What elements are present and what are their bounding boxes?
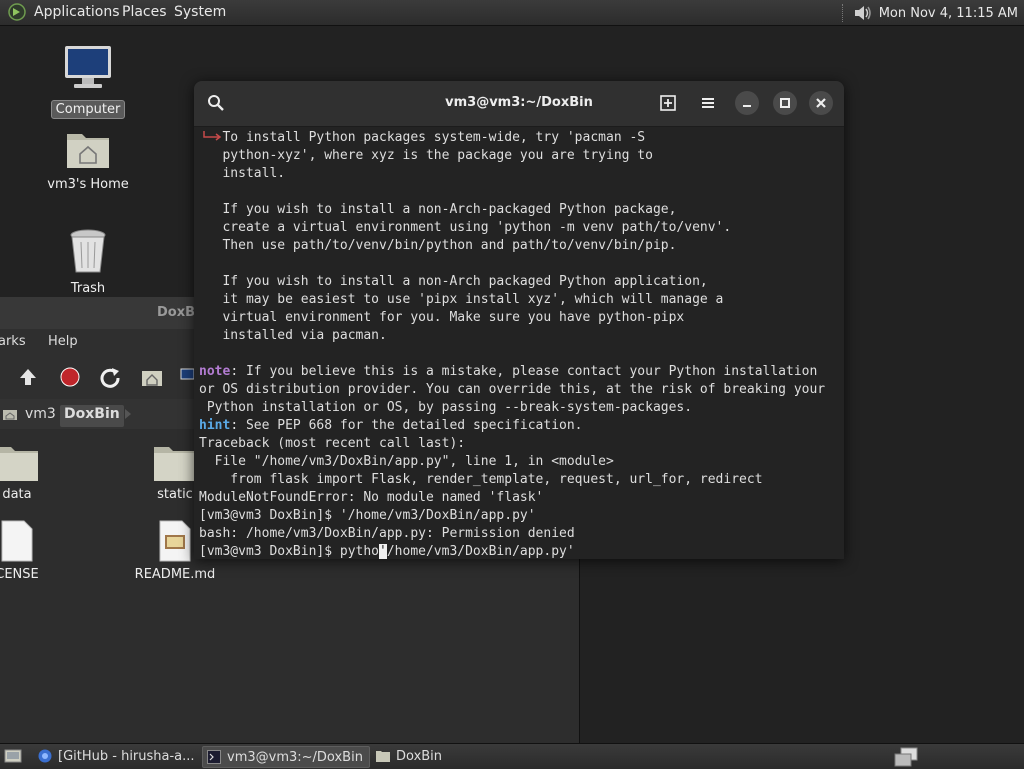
applications-menu[interactable]: Applications — [34, 4, 120, 20]
volume-icon[interactable] — [853, 4, 873, 22]
file-name: CENSE — [0, 567, 39, 582]
desktop-icon-trash[interactable]: Trash — [43, 228, 133, 297]
panel-separator — [841, 4, 845, 22]
terminal-line: create a virtual environment using 'pyth… — [199, 220, 732, 235]
folder-icon — [376, 751, 390, 762]
terminal-output[interactable]: To install Python packages system-wide, … — [199, 129, 843, 559]
terminal-line: Then use path/to/venv/bin/python and pat… — [199, 238, 677, 253]
reload-icon[interactable] — [98, 365, 122, 389]
terminal-line: If you wish to install a non-Arch packag… — [199, 274, 708, 289]
close-icon[interactable] — [809, 91, 833, 115]
terminal-line: Traceback (most recent call last): — [199, 436, 466, 451]
top-panel: Applications Places System Mon Nov 4, 11… — [0, 0, 1024, 26]
terminal-line: If you wish to install a non-Arch-packag… — [199, 202, 677, 217]
taskbar-item-file-manager[interactable]: DoxBin — [372, 746, 572, 766]
prompt-text: [vm3@vm3 DoxBin]$ pytho — [199, 544, 380, 559]
desktop-icon-computer[interactable]: Computer — [43, 44, 133, 119]
file-name: README.md — [134, 567, 216, 582]
show-desktop-icon[interactable] — [4, 748, 22, 764]
file-item-license[interactable]: CENSE — [0, 519, 62, 582]
note-label: note — [199, 364, 231, 379]
file-name: data — [2, 487, 32, 502]
terminal-line: To install Python packages system-wide, … — [199, 130, 646, 145]
terminal-line: it may be easiest to use 'pipx install x… — [199, 292, 724, 307]
taskbar-item-label: vm3@vm3:~/DoxBin — [227, 749, 363, 765]
hint-text: : See PEP 668 for the detailed specifica… — [230, 418, 583, 433]
folder-icon — [0, 447, 38, 481]
terminal-hint-line: hint: See PEP 668 for the detailed speci… — [199, 417, 843, 435]
text-file-icon — [1, 520, 33, 562]
terminal-line: Python installation or OS, by passing --… — [199, 400, 693, 415]
workspace-switcher-icon[interactable] — [893, 747, 919, 767]
home-folder-icon — [67, 134, 109, 168]
hint-label: hint — [199, 418, 231, 433]
terminal-line: File "/home/vm3/DoxBin/app.py", line 1, … — [199, 454, 614, 469]
terminal-headerbar[interactable]: vm3@vm3:~/DoxBin — [194, 81, 844, 127]
places-menu[interactable]: Places — [122, 4, 167, 20]
computer-icon[interactable] — [180, 365, 194, 389]
trash-icon — [70, 229, 106, 273]
terminal-icon — [207, 750, 221, 764]
home-icon[interactable] — [2, 407, 18, 421]
computer-icon — [65, 46, 111, 88]
terminal-cursor: ' — [379, 544, 387, 559]
breadcrumb-vm3[interactable]: vm3 — [21, 405, 60, 427]
hamburger-menu-icon[interactable] — [696, 91, 720, 115]
desktop-icon-home[interactable]: vm3's Home — [43, 128, 133, 193]
taskbar-item-label: [GitHub - hirusha-a... — [58, 748, 195, 764]
terminal-line: bash: /home/vm3/DoxBin/app.py: Permissio… — [199, 526, 575, 541]
terminal-line: or OS distribution provider. You can ove… — [199, 382, 826, 397]
folder-icon — [154, 447, 196, 481]
taskbar-item-label: DoxBin — [396, 748, 443, 764]
chevron-right-icon[interactable] — [124, 409, 132, 419]
new-tab-icon[interactable] — [656, 91, 680, 115]
menu-bookmarks[interactable]: arks — [0, 334, 26, 349]
stop-icon[interactable] — [58, 365, 82, 389]
panel-tray: Mon Nov 4, 11:15 AM — [841, 3, 1018, 23]
terminal-window[interactable]: vm3@vm3:~/DoxBin To install Python packa… — [194, 81, 844, 559]
prompt-text-after: /home/vm3/DoxBin/app.py' — [386, 544, 575, 559]
browser-icon — [38, 749, 52, 763]
file-item-data[interactable]: data — [0, 443, 62, 502]
terminal-line: ModuleNotFoundError: No module named 'fl… — [199, 490, 544, 505]
menu-help[interactable]: Help — [48, 334, 78, 349]
home-icon[interactable] — [140, 365, 164, 389]
maximize-icon[interactable] — [773, 91, 797, 115]
note-text: : If you believe this is a mistake, plea… — [230, 364, 818, 379]
terminal-line: installed via pacman. — [199, 328, 387, 343]
terminal-line: python-xyz', where xyz is the package yo… — [199, 148, 653, 163]
desktop-icon-label: Trash — [70, 281, 106, 296]
desktop-icon-label: vm3's Home — [47, 177, 129, 192]
corner-arrow-icon — [203, 131, 222, 141]
markdown-file-icon — [159, 520, 191, 562]
desktop-icon-label: Computer — [50, 100, 126, 119]
terminal-line: install. — [199, 166, 286, 181]
terminal-line: virtual environment for you. Make sure y… — [199, 310, 685, 325]
terminal-line: [vm3@vm3 DoxBin]$ '/home/vm3/DoxBin/app.… — [199, 508, 536, 523]
clock[interactable]: Mon Nov 4, 11:15 AM — [879, 6, 1018, 21]
distro-logo-icon[interactable] — [8, 3, 26, 21]
file-name: static — [157, 487, 193, 502]
terminal-note-line: note: If you believe this is a mistake, … — [199, 363, 843, 381]
breadcrumb-doxbin[interactable]: DoxBin — [60, 405, 124, 427]
system-menu[interactable]: System — [174, 4, 226, 20]
terminal-prompt-line[interactable]: [vm3@vm3 DoxBin]$ pytho'/home/vm3/DoxBin… — [199, 543, 843, 559]
minimize-icon[interactable] — [735, 91, 759, 115]
bottom-panel: [GitHub - hirusha-a... vm3@vm3:~/DoxBin … — [0, 743, 1024, 769]
terminal-line: from flask import Flask, render_template… — [199, 472, 763, 487]
taskbar-item-terminal[interactable]: vm3@vm3:~/DoxBin — [202, 746, 370, 768]
up-arrow-icon[interactable] — [16, 365, 40, 389]
taskbar-item-browser[interactable]: [GitHub - hirusha-a... — [34, 746, 198, 766]
